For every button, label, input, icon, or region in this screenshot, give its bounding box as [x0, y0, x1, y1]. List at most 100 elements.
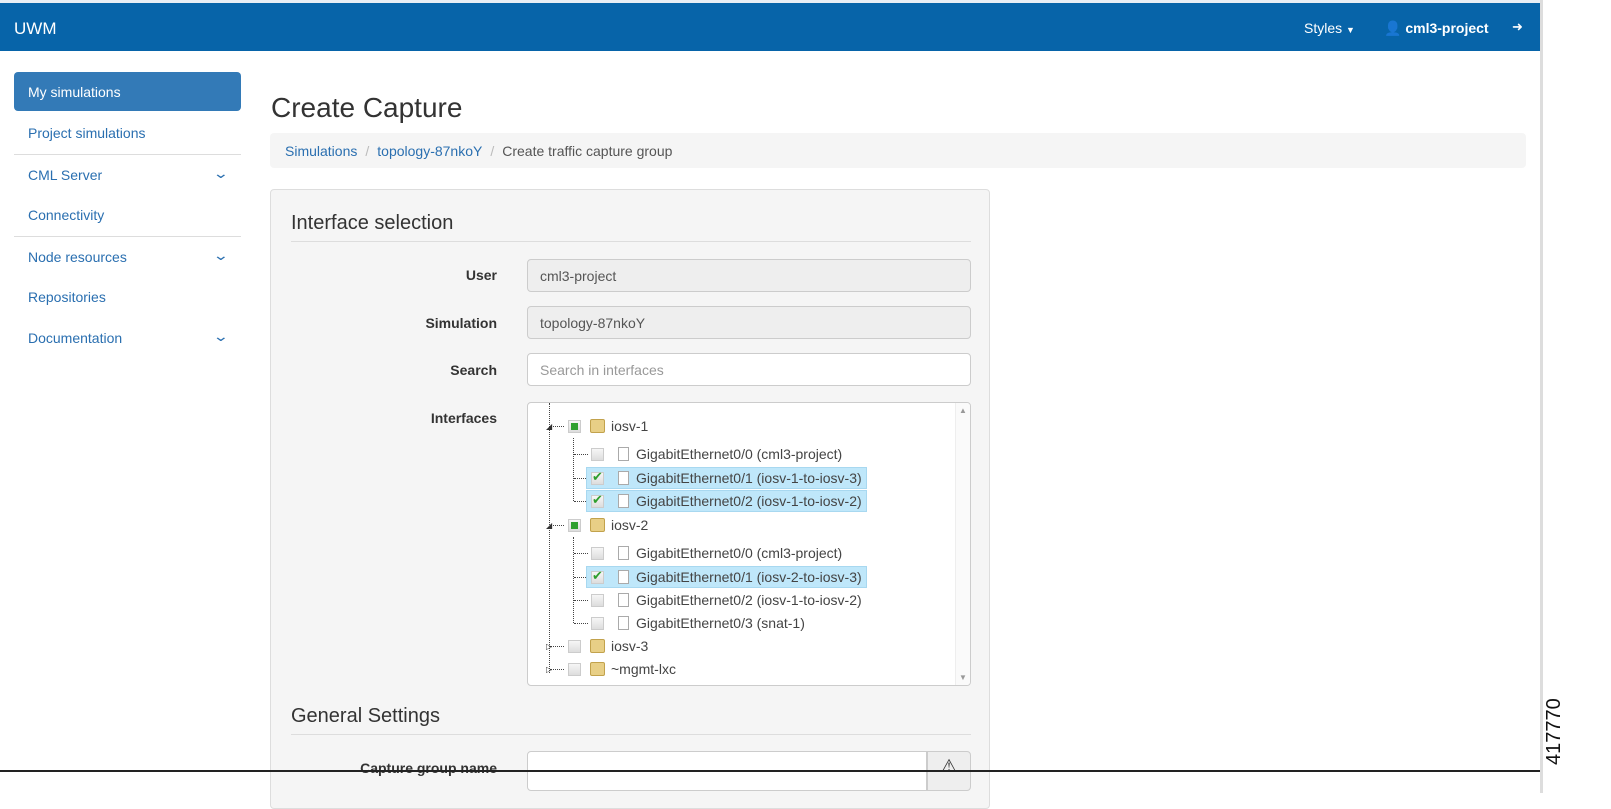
expanded-arrow-icon[interactable]: ◢: [546, 422, 552, 431]
capture-form-panel: Interface selection User cml3-project Si…: [270, 189, 990, 809]
folder-icon: [590, 419, 605, 433]
breadcrumb-topology[interactable]: topology-87nkoY: [377, 143, 482, 159]
chevron-down-icon: ⌄: [212, 247, 230, 263]
node-checkbox[interactable]: [568, 662, 581, 676]
simulation-field: topology-87nkoY: [527, 306, 971, 339]
section-general-settings: General Settings: [291, 705, 971, 735]
search-label: Search: [450, 362, 497, 378]
sidebar-item-cml-server[interactable]: CML Server ⌄: [14, 154, 241, 195]
interface-item[interactable]: GigabitEthernet0/0 (cml3-project): [586, 542, 846, 564]
node-label: iosv-2: [611, 517, 649, 533]
interface-label: GigabitEthernet0/1 (iosv-2-to-iosv-3): [636, 569, 862, 585]
navbar: UWM Styles ▼ 👤 cml3-project ➜: [0, 3, 1540, 51]
sidebar-item-label: Connectivity: [28, 207, 105, 223]
figure-number: 417770: [1543, 698, 1565, 765]
chevron-down-icon: ⌄: [212, 165, 230, 181]
simulation-label: Simulation: [425, 315, 497, 331]
interface-label: GigabitEthernet0/0 (cml3-project): [636, 545, 843, 561]
sidebar-item-label: Documentation: [28, 330, 123, 346]
chevron-down-icon: ⌄: [212, 328, 230, 344]
interfaces-label: Interfaces: [430, 410, 497, 426]
file-icon: [618, 570, 629, 584]
file-icon: [618, 447, 629, 461]
bottom-border: [0, 770, 1540, 772]
file-icon: [618, 546, 629, 560]
collapsed-arrow-icon[interactable]: ▷: [546, 665, 552, 674]
sidebar: My simulations Project simulations CML S…: [14, 72, 241, 359]
capture-group-name-label: Capture group name: [360, 760, 497, 776]
interface-checkbox[interactable]: [591, 469, 604, 485]
tree-node[interactable]: ~mgmt-lxc: [568, 658, 676, 680]
file-icon: [618, 471, 629, 485]
sidebar-item-documentation[interactable]: Documentation ⌄: [14, 318, 241, 359]
interface-item[interactable]: GigabitEthernet0/2 (iosv-1-to-iosv-2): [586, 589, 866, 611]
node-label: iosv-3: [611, 638, 649, 654]
interface-checkbox[interactable]: [591, 593, 604, 607]
tree-connector: [549, 403, 550, 673]
node-checkbox[interactable]: [568, 518, 581, 532]
page-title: Create Capture: [271, 92, 463, 123]
breadcrumb-simulations[interactable]: Simulations: [285, 143, 357, 159]
sidebar-item-node-resources[interactable]: Node resources ⌄: [14, 236, 241, 277]
file-icon: [618, 593, 629, 607]
node-label: ~mgmt-lxc: [611, 661, 676, 677]
interface-checkbox[interactable]: [591, 616, 604, 630]
interface-label: GigabitEthernet0/2 (iosv-1-to-iosv-2): [636, 493, 862, 509]
sidebar-item-project-simulations[interactable]: Project simulations: [14, 113, 241, 154]
styles-label: Styles: [1304, 20, 1343, 36]
breadcrumb-current: Create traffic capture group: [502, 143, 673, 159]
user-menu[interactable]: 👤 cml3-project: [1384, 20, 1489, 37]
tree-connector: [573, 537, 574, 623]
logout-icon[interactable]: ➜: [1512, 19, 1523, 35]
scroll-up-icon[interactable]: ▲: [959, 406, 967, 415]
breadcrumb-separator: /: [365, 143, 370, 159]
tree-node[interactable]: iosv-2: [568, 514, 648, 536]
breadcrumb-separator: /: [490, 143, 495, 159]
tree-node[interactable]: iosv-1: [568, 415, 648, 437]
interface-item[interactable]: GigabitEthernet0/0 (cml3-project): [586, 443, 846, 465]
file-icon: [618, 494, 629, 508]
sidebar-item-repositories[interactable]: Repositories: [14, 277, 241, 318]
interface-checkbox[interactable]: [591, 447, 604, 461]
styles-dropdown[interactable]: Styles ▼: [1304, 20, 1355, 36]
tree-node[interactable]: iosv-3: [568, 635, 648, 657]
interface-checkbox[interactable]: [591, 492, 604, 508]
interface-label: GigabitEthernet0/3 (snat-1): [636, 615, 805, 631]
folder-icon: [590, 662, 605, 676]
user-icon: 👤: [1384, 20, 1402, 36]
node-checkbox[interactable]: [568, 419, 581, 433]
sidebar-item-label: My simulations: [28, 84, 121, 100]
interface-item[interactable]: GigabitEthernet0/1 (iosv-1-to-iosv-3): [586, 467, 867, 489]
file-icon: [618, 616, 629, 630]
scroll-down-icon[interactable]: ▼: [959, 673, 967, 682]
interface-label: GigabitEthernet0/0 (cml3-project): [636, 446, 843, 462]
search-input[interactable]: Search in interfaces: [527, 353, 971, 386]
interface-item[interactable]: GigabitEthernet0/3 (snat-1): [586, 612, 809, 634]
caret-down-icon: ▼: [1346, 25, 1355, 35]
node-checkbox[interactable]: [568, 639, 581, 653]
interface-label: GigabitEthernet0/1 (iosv-1-to-iosv-3): [636, 470, 862, 486]
interface-checkbox[interactable]: [591, 568, 604, 584]
tree-scrollbar[interactable]: ▲ ▼: [955, 403, 970, 685]
interface-item[interactable]: GigabitEthernet0/1 (iosv-2-to-iosv-3): [586, 566, 867, 588]
interface-item[interactable]: GigabitEthernet0/2 (iosv-1-to-iosv-2): [586, 490, 867, 512]
sidebar-item-connectivity[interactable]: Connectivity: [14, 195, 241, 236]
user-name: cml3-project: [1405, 20, 1489, 36]
interfaces-tree[interactable]: ▲ ▼ ◢ iosv-1 GigabitEthernet0/0 (cml3-proje…: [527, 402, 971, 686]
sidebar-item-label: Repositories: [28, 289, 106, 305]
interface-checkbox[interactable]: [591, 546, 604, 560]
sidebar-item-label: Project simulations: [28, 125, 146, 141]
folder-icon: [590, 639, 605, 653]
interface-label: GigabitEthernet0/2 (iosv-1-to-iosv-2): [636, 592, 862, 608]
folder-icon: [590, 518, 605, 532]
brand[interactable]: UWM: [14, 19, 56, 39]
collapsed-arrow-icon[interactable]: ▷: [546, 642, 552, 651]
user-label: User: [465, 267, 497, 283]
tree-connector: [573, 438, 574, 501]
sidebar-item-label: Node resources: [28, 249, 127, 265]
sidebar-item-label: CML Server: [28, 167, 103, 183]
page-scrollbar[interactable]: [1540, 0, 1543, 793]
user-field: cml3-project: [527, 259, 971, 292]
expanded-arrow-icon[interactable]: ◢: [546, 521, 552, 530]
sidebar-item-my-simulations[interactable]: My simulations: [14, 72, 241, 111]
